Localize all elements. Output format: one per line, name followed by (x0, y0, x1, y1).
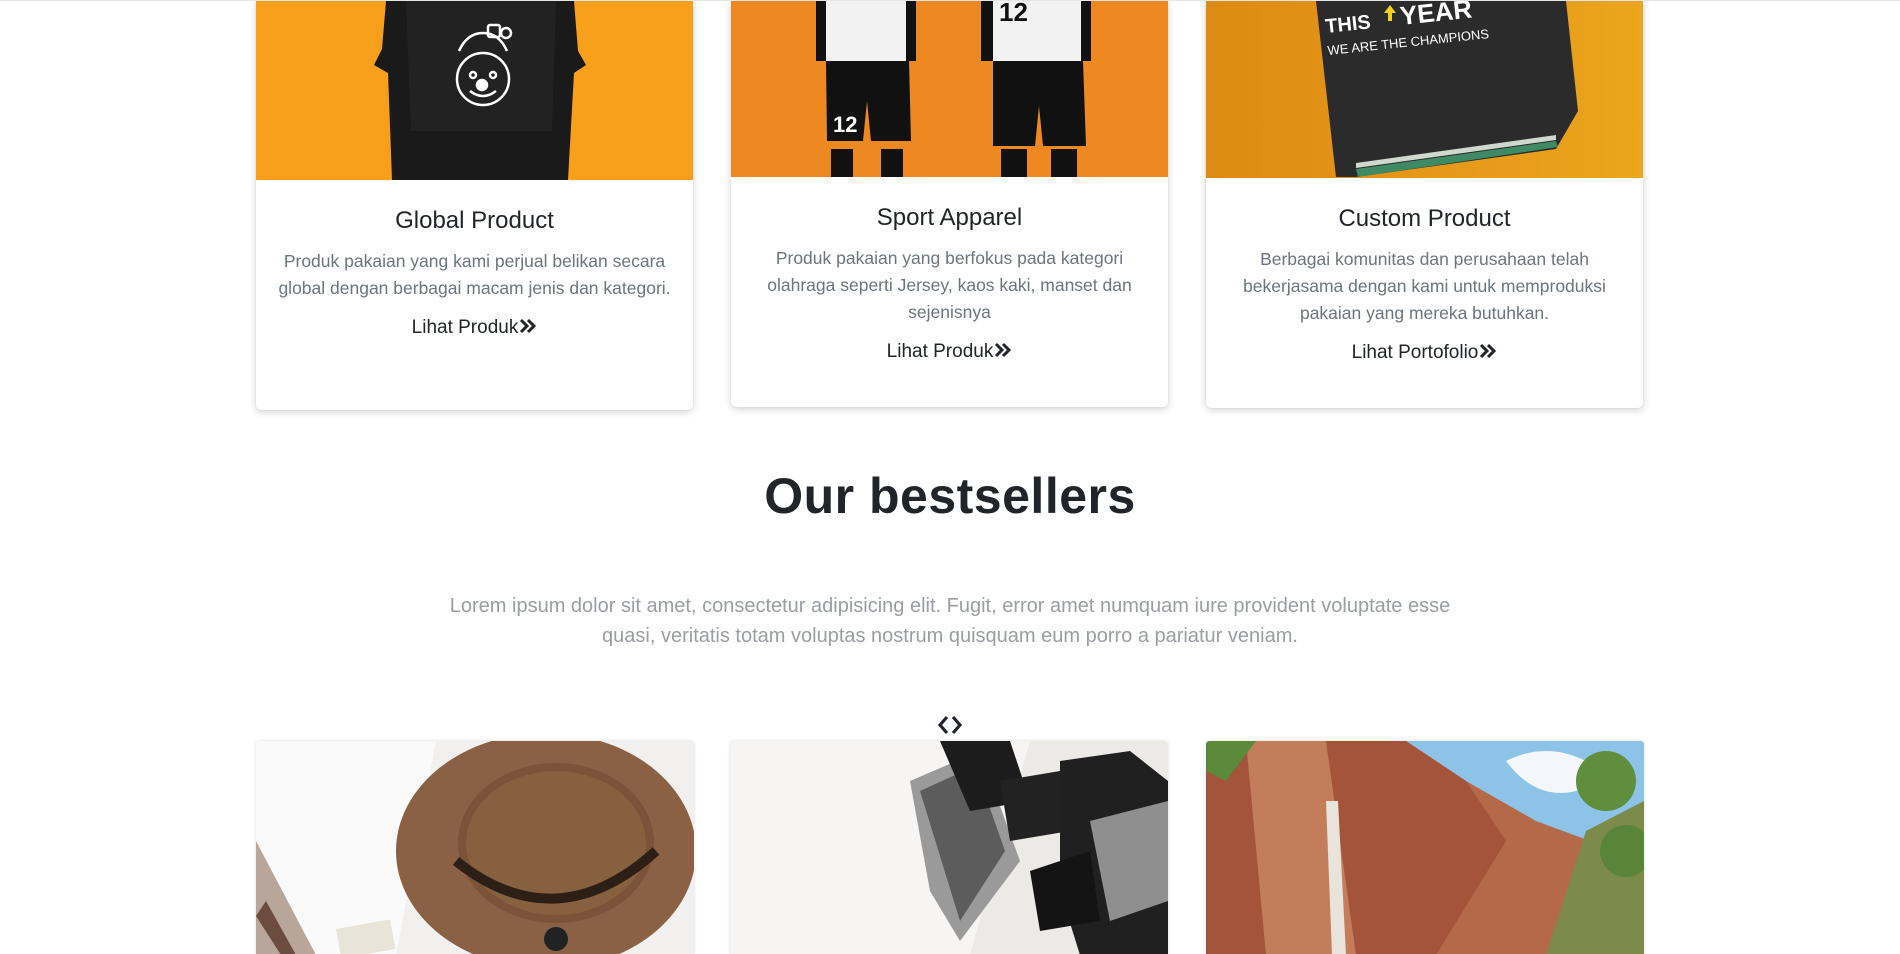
bestseller-item-hat[interactable] (256, 741, 694, 954)
folded-custom-shirt-photo-icon: THIS YEAR WE ARE THE CHAMPIONS (1206, 1, 1643, 178)
football-kit-photo-icon: 12 12 (731, 1, 1168, 177)
view-portfolio-link[interactable]: Lihat Portofolio (1352, 342, 1498, 364)
view-products-link[interactable]: Lihat Produk (412, 317, 538, 339)
category-title: Global Product (395, 207, 554, 234)
view-products-link[interactable]: Lihat Produk (887, 341, 1013, 363)
category-image-global-product (256, 1, 693, 180)
carousel-arrows[interactable] (936, 714, 964, 736)
chevrons-left-right-icon (937, 715, 963, 735)
link-label: Lihat Portofolio (1351, 342, 1479, 363)
double-chevron-right-icon (520, 319, 537, 334)
category-body-custom-product: Custom Product Berbagai komunitas dan pe… (1206, 205, 1643, 364)
section-title: Our bestsellers (764, 468, 1136, 524)
section-lead: Lorem ipsum dolor sit amet, consectetur … (449, 595, 1451, 647)
category-title: Sport Apparel (876, 204, 1023, 231)
double-chevron-right-icon (995, 343, 1012, 358)
category-description: Produk pakaian yang berfokus pada katego… (767, 248, 1132, 322)
category-card-global-product: Global Product Produk pakaian yang kami … (256, 1, 693, 410)
jersey-number-left: 12 (833, 112, 857, 137)
category-body-global-product: Global Product Produk pakaian yang kami … (256, 207, 693, 339)
canyon-waterfall-photo-icon (1206, 741, 1644, 954)
link-label: Lihat Produk (886, 341, 994, 362)
double-chevron-right-icon (1480, 344, 1497, 359)
bestseller-item-canyon[interactable] (1206, 741, 1644, 954)
black-tshirt-photo-icon (256, 1, 693, 180)
jersey-number-right: 12 (999, 1, 1028, 27)
category-card-custom-product: THIS YEAR WE ARE THE CHAMPIONS Custom Pr… (1206, 1, 1643, 408)
brown-hat-photo-icon (256, 741, 694, 954)
category-image-custom-product: THIS YEAR WE ARE THE CHAMPIONS (1206, 1, 1643, 178)
category-image-sport-apparel: 12 12 (731, 1, 1168, 177)
category-description: Produk pakaian yang kami perjual belikan… (278, 251, 671, 298)
black-sandals-photo-icon (730, 741, 1168, 954)
bestseller-item-sandals[interactable] (730, 741, 1168, 954)
page: Global Product Produk pakaian yang kami … (0, 0, 1900, 954)
link-label: Lihat Produk (411, 317, 519, 338)
category-title: Custom Product (1338, 205, 1511, 232)
category-body-sport-apparel: Sport Apparel Produk pakaian yang berfok… (731, 204, 1168, 363)
category-description: Berbagai komunitas dan perusahaan telah … (1243, 249, 1606, 323)
category-card-sport-apparel: 12 12 Sport Apparel Produk pakaian yang … (731, 1, 1168, 407)
